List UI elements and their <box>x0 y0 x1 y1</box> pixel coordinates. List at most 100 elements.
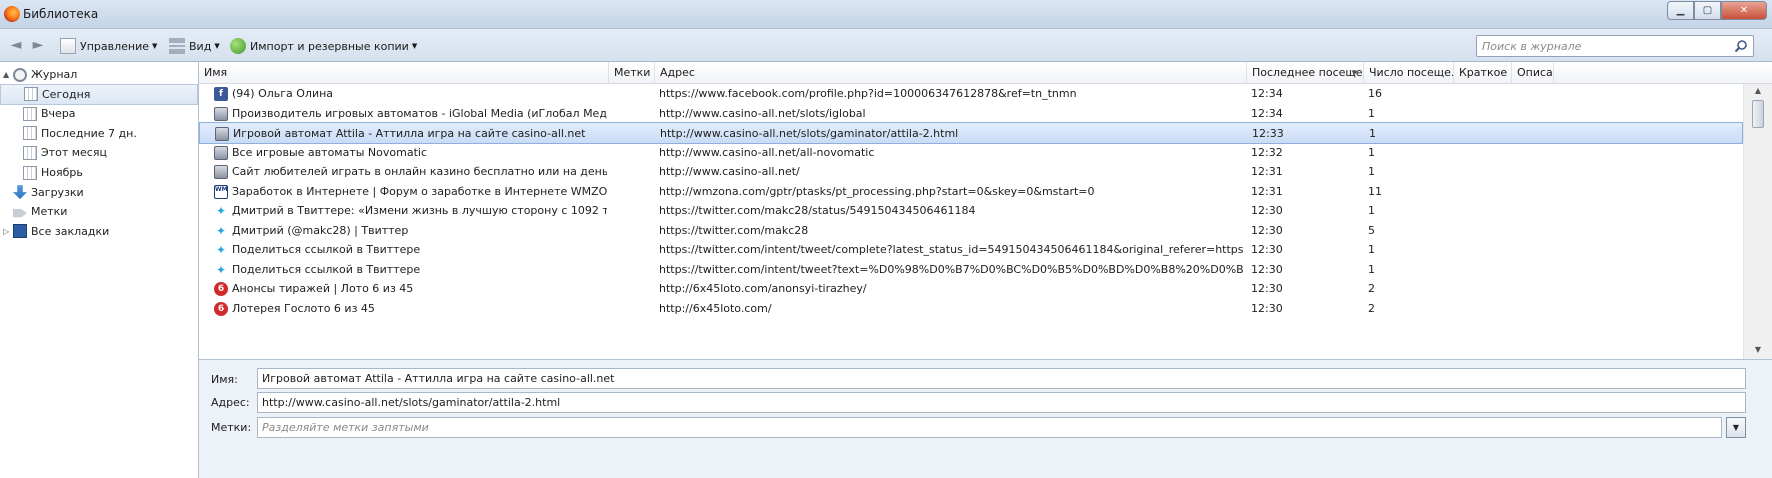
sidebar-item[interactable]: Метки <box>0 201 198 222</box>
sidebar-item[interactable]: Вчера <box>0 103 198 124</box>
name-label: Имя: <box>211 373 238 386</box>
column-header[interactable]: Метки <box>609 62 655 84</box>
view-icon <box>169 38 185 54</box>
title-bar: Библиотека ▁ ▢ ✕ <box>0 0 1772 29</box>
dropdown-arrow-icon: ▼ <box>214 42 220 50</box>
close-button[interactable]: ✕ <box>1721 1 1767 20</box>
window-controls: ▁ ▢ ✕ <box>1667 1 1767 20</box>
twitter-icon: ✦ <box>214 262 228 277</box>
scroll-up-icon[interactable]: ▲ <box>1749 86 1767 98</box>
column-header-label: Последнее посеще... <box>1252 66 1364 79</box>
sidebar-item-label: Все закладки <box>31 224 110 238</box>
column-header[interactable]: Число посеще... <box>1364 62 1454 84</box>
sidebar-item-label: Журнал <box>31 68 78 81</box>
wmzona-icon: WM <box>214 184 228 199</box>
cell-name: Лотерея Гослото 6 из 45 <box>232 301 375 315</box>
view-label: Вид <box>189 39 212 53</box>
casino-icon <box>214 165 228 179</box>
facebook-icon: f <box>214 87 228 101</box>
twitter-icon: ✦ <box>214 243 228 257</box>
calendar-icon <box>23 126 37 141</box>
dropdown-arrow-icon: ▼ <box>152 42 158 50</box>
name-field[interactable]: Игровой автомат Attila - Аттилла игра на… <box>257 368 1746 389</box>
window-title: Библиотека <box>23 7 99 21</box>
column-header-label: Имя <box>204 66 228 79</box>
calendar-icon <box>23 165 37 180</box>
sidebar-item[interactable]: Этот месяц <box>0 142 198 163</box>
sidebar-item[interactable]: Последние 7 дн. <box>0 123 198 144</box>
manage-label: Управление <box>80 39 150 53</box>
table-row[interactable]: 6 Лотерея Гослото 6 из 45 http://6x45loto.… <box>199 298 1743 320</box>
column-header[interactable]: Краткое ... <box>1454 62 1512 84</box>
sidebar-item-label: Сегодня <box>42 87 91 101</box>
back-arrow-icon[interactable]: ◄ <box>8 37 24 53</box>
table-header: Имя Метки Адрес Последнее посеще... ▼ Число п… <box>199 62 1772 84</box>
calendar-icon <box>23 106 37 121</box>
address-label: Адрес: <box>211 396 250 409</box>
dropdown-arrow-icon: ▼ <box>411 42 418 50</box>
sidebar-item[interactable]: Загрузки <box>0 182 198 203</box>
maximize-button[interactable]: ▢ <box>1694 1 1721 20</box>
loto-icon: 6 <box>214 282 228 296</box>
sort-arrow-icon: ▼ <box>1351 69 1357 77</box>
column-header-label: Адрес <box>660 66 695 79</box>
address-field[interactable]: http://www.casino-all.net/slots/gaminato… <box>257 392 1746 413</box>
loto-icon: 6 <box>214 301 228 316</box>
firefox-icon <box>4 6 20 22</box>
forward-arrow-icon[interactable]: ► <box>30 37 46 53</box>
casino-icon <box>214 145 228 160</box>
casino-icon <box>214 106 228 121</box>
sidebar-item[interactable]: Ноябрь <box>0 162 198 183</box>
cell-tags <box>611 298 653 320</box>
sidebar-item-label: Метки <box>31 205 68 219</box>
tags-label: Метки: <box>211 421 252 434</box>
scroll-down-icon[interactable]: ▼ <box>1749 345 1767 357</box>
column-header[interactable]: Описа... <box>1512 62 1554 84</box>
tags-dropdown-button[interactable]: ▼ <box>1726 417 1746 438</box>
column-header[interactable]: Имя <box>199 62 609 84</box>
cell-last-visit: 12:30 <box>1251 301 1283 315</box>
column-header[interactable]: Последнее посеще... ▼ <box>1247 62 1364 84</box>
sidebar-item[interactable]: ▲ Журнал <box>0 64 198 85</box>
minimize-button[interactable]: ▁ <box>1667 1 1694 20</box>
calendar-icon <box>23 145 37 160</box>
casino-icon <box>215 127 229 141</box>
import-icon <box>230 38 246 54</box>
column-header-label: Описа... <box>1517 66 1553 79</box>
sidebar-item[interactable]: ▷ Все закладки <box>0 221 198 242</box>
twitter-icon: ✦ <box>214 204 228 218</box>
column-header-label: Число посеще... <box>1369 66 1454 79</box>
sidebar-item-label: Загрузки <box>31 185 84 199</box>
search-icon[interactable] <box>1734 39 1748 53</box>
clock-icon <box>13 67 27 82</box>
tags-field[interactable]: Разделяйте метки запятыми <box>257 417 1722 438</box>
view-menu-button[interactable]: Вид ▼ <box>169 38 220 54</box>
calendar-icon <box>24 87 38 102</box>
sidebar-item-label: Последние 7 дн. <box>41 126 137 140</box>
vertical-scrollbar[interactable]: ▲ ▼ <box>1743 84 1772 359</box>
toolbar: ◄ ► Управление ▼ Вид ▼ Импорт и резервны… <box>0 29 1772 62</box>
history-table: Имя Метки Адрес Последнее посеще... ▼ Число п… <box>199 62 1772 359</box>
sidebar-item-label: Этот месяц <box>41 146 107 160</box>
import-backup-menu-button[interactable]: Импорт и резервные копии ▼ <box>230 38 417 54</box>
sidebar-item-label: Ноябрь <box>41 166 83 179</box>
sidebar-tree: ▲ Журнал Сегодня Вчера Последние 7 дн. Этот м… <box>0 62 199 478</box>
cell-address: http://6x45loto.com/ <box>659 301 772 315</box>
tag-icon <box>13 208 27 218</box>
details-pane: Имя: Игровой автомат Attila - Аттилла иг… <box>199 359 1772 478</box>
search-input[interactable]: Поиск в журнале <box>1476 35 1754 57</box>
column-header-label: Метки <box>614 66 651 79</box>
scroll-thumb[interactable] <box>1752 100 1764 128</box>
manage-menu-button[interactable]: Управление ▼ <box>60 38 157 54</box>
search-placeholder: Поиск в журнале <box>1482 40 1582 53</box>
bookmarks-star-icon <box>13 224 27 239</box>
cell-visit-count: 2 <box>1368 301 1375 315</box>
sidebar-item[interactable]: Сегодня <box>0 83 198 105</box>
column-header[interactable]: Адрес <box>655 62 1247 84</box>
import-label: Импорт и резервные копии <box>250 39 409 53</box>
column-header-label: Краткое ... <box>1459 66 1511 79</box>
table-body: f (94) Ольга Олина https://www.facebook.co… <box>199 84 1743 359</box>
expanded-twisty-icon[interactable]: ▲ <box>3 70 9 79</box>
collapsed-twisty-icon[interactable]: ▷ <box>3 227 9 236</box>
sidebar-item-label: Вчера <box>41 107 76 121</box>
